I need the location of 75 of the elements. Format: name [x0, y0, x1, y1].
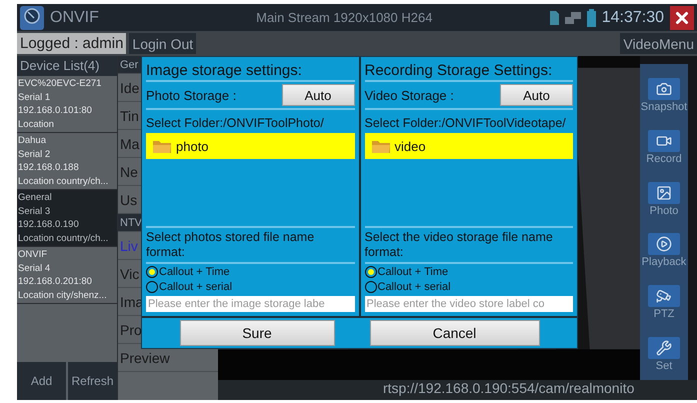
radio-button[interactable]: [146, 280, 158, 292]
radio-label: Callout + Time: [159, 266, 230, 278]
storage-button[interactable]: Auto: [500, 84, 573, 106]
panel-title: Recording Storage Settings:: [364, 59, 573, 82]
device-detail: General: [18, 192, 53, 204]
device-detail: Dahua: [18, 135, 47, 146]
device-detail: Location city/shenz...: [18, 290, 108, 301]
device-detail: EVC%20EVC-E271: [18, 78, 102, 90]
device-button[interactable]: Refresh: [68, 362, 117, 400]
tool-button[interactable]: Snapshot: [640, 78, 688, 114]
stream-info: Main Stream 1920x1080 H264: [255, 10, 434, 25]
device-detail: 192.168.0.188: [18, 162, 80, 174]
folder-path: Select Folder:/ONVIFToolVideotape/: [364, 115, 567, 132]
device-detail: ONVIF: [18, 249, 48, 260]
user-label: Logged : admin: [17, 33, 126, 54]
folder-name: video: [394, 138, 426, 154]
device-detail: 192.168.0.101:80: [18, 105, 93, 116]
battery-icon: [586, 8, 596, 26]
device-list-title: Device List(4): [17, 56, 117, 76]
device-detail: Serial 1: [18, 92, 52, 103]
folder-item[interactable]: photo: [146, 133, 354, 159]
stream-url: rtsp://192.168.0.190:554/cam/realmonito: [218, 380, 697, 400]
device-detail: Serial 2: [18, 148, 52, 160]
app-title: ONVIF: [50, 8, 99, 26]
radio-button[interactable]: [364, 266, 376, 278]
folder-icon: [152, 138, 172, 154]
label-input[interactable]: Please enter the video store label co: [364, 296, 573, 312]
label-input[interactable]: Please enter the image storage labe: [146, 296, 354, 312]
device-item[interactable]: EVC%20EVC-E271 Serial 1 192.168.0.101:80 Location: [17, 76, 117, 133]
video-menu-button[interactable]: VideoMenu: [620, 33, 697, 54]
radio-label: Callout + Time: [378, 266, 448, 278]
device-item[interactable]: Dahua Serial 2 192.168.0.188 Location country/ch...: [17, 133, 117, 190]
wrench-icon: [648, 336, 680, 359]
security-camera-icon: [648, 284, 680, 307]
play-icon: [648, 233, 680, 256]
tool-button[interactable]: Playback: [642, 233, 686, 268]
panel-title: Image storage settings:: [146, 59, 354, 82]
tool-button[interactable]: Record: [646, 130, 682, 165]
device-detail: Location country/ch...: [18, 176, 110, 187]
logout-button[interactable]: Login Out: [129, 33, 196, 54]
folder-icon: [370, 138, 390, 154]
video-camera-icon: [648, 130, 680, 152]
device-detail: Serial 3: [18, 206, 52, 217]
tool-button[interactable]: PTZ: [648, 284, 680, 320]
storage-button[interactable]: Auto: [282, 84, 354, 106]
radio-button[interactable]: [364, 280, 376, 292]
device-detail: Location country/ch...: [18, 232, 110, 244]
radio-label: Callout + serial: [378, 280, 451, 292]
folder-path: Select Folder:/ONVIFToolPhoto/: [146, 115, 325, 132]
radio-button[interactable]: [146, 266, 158, 278]
storage-label: Photo Storage :: [146, 88, 236, 102]
device-detail: 192.168.0.201:80: [18, 276, 93, 288]
format-label: Select the video storage file name format:: [364, 226, 573, 264]
clock: 14:37:30: [602, 8, 664, 26]
dialog-button[interactable]: Sure: [180, 320, 334, 346]
storage-label: Video Storage :: [364, 88, 454, 102]
network-icon: [564, 12, 581, 24]
tool-button[interactable]: Set: [648, 336, 680, 372]
device-item[interactable]: General Serial 3 192.168.0.190 Location country/ch...: [17, 190, 117, 247]
device-detail: Serial 4: [18, 262, 52, 274]
dialog-button[interactable]: Cancel: [370, 320, 540, 346]
logo-icon: [20, 6, 44, 30]
device-detail: 192.168.0.190: [18, 219, 80, 230]
device-detail: Location: [18, 118, 55, 130]
sim-card-icon: [550, 10, 559, 24]
device-button[interactable]: Add: [17, 362, 66, 400]
camera-icon: [648, 78, 680, 100]
image-icon: [648, 182, 680, 204]
tool-button[interactable]: Photo: [648, 182, 680, 217]
format-label: Select photos stored file name format:: [146, 226, 354, 264]
device-item[interactable]: ONVIF Serial 4 192.168.0.201:80 Location city/shenz...: [17, 247, 117, 304]
folder-item[interactable]: video: [364, 133, 573, 159]
radio-label: Callout + serial: [159, 280, 232, 292]
close-button[interactable]: [670, 6, 694, 30]
folder-name: photo: [176, 138, 209, 154]
